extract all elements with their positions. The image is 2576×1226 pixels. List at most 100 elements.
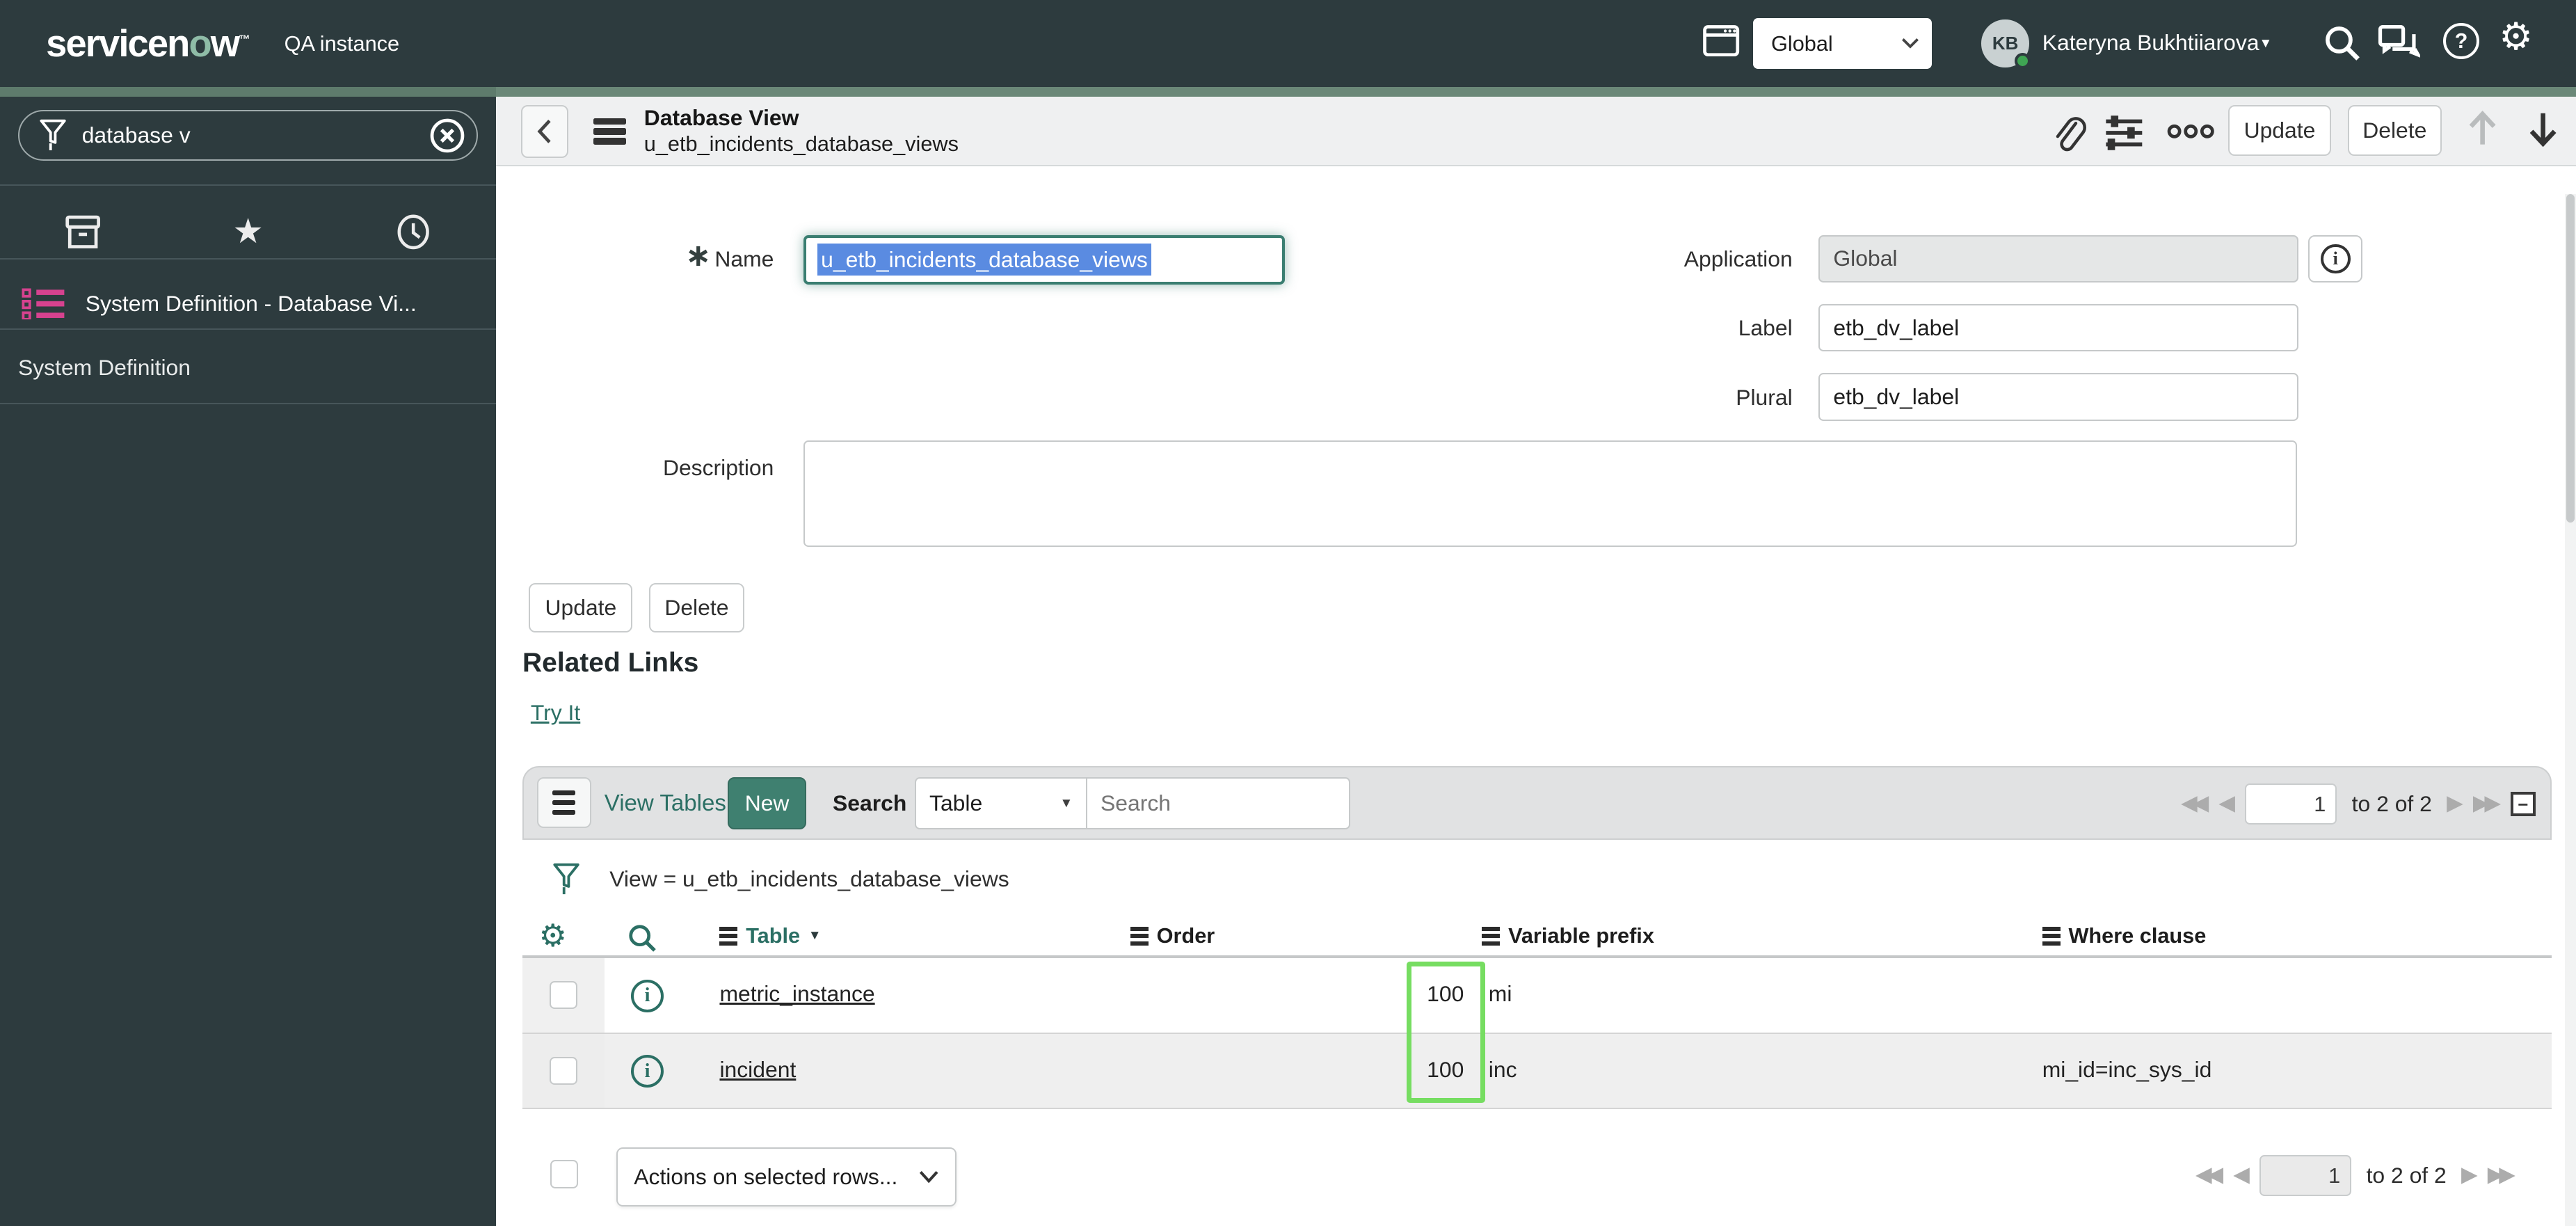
related-list-header: View Tables New Search Table ▼ ◀◀ ◀ to 2… (522, 766, 2552, 840)
online-status-dot (2015, 53, 2031, 70)
list-filter-breadcrumb[interactable]: View = u_etb_incidents_database_views (609, 866, 1009, 892)
new-button[interactable]: New (728, 777, 806, 830)
favorite-module-list-icon (22, 288, 66, 319)
previous-page-icon[interactable]: ◀ (2233, 1165, 2245, 1186)
row-checkbox[interactable] (550, 981, 577, 1009)
column-header-where-clause[interactable]: Where clause (2042, 923, 2207, 948)
previous-record-arrow-icon[interactable] (2466, 110, 2499, 148)
record-header: Database View u_etb_incidents_database_v… (496, 97, 2576, 166)
connect-chat-icon[interactable] (2378, 24, 2420, 62)
column-menu-icon (1482, 927, 1500, 946)
search-label: Search (833, 790, 906, 816)
last-page-icon[interactable]: ▶▶ (2473, 793, 2496, 815)
next-page-icon[interactable]: ▶ (2461, 1165, 2473, 1186)
personalize-form-sliders-icon[interactable] (2104, 115, 2144, 151)
app-window-icon[interactable] (1702, 24, 1740, 57)
column-header-table[interactable]: Table▼ (719, 923, 821, 948)
sidebar-section-label[interactable]: System Definition (18, 355, 191, 381)
column-header-variable-prefix[interactable]: Variable prefix (1482, 923, 1654, 948)
application-scope-select[interactable]: Global (1753, 18, 1932, 69)
first-page-icon[interactable]: ◀◀ (2181, 793, 2204, 815)
settings-gear-icon[interactable]: ⚙ (2499, 18, 2533, 56)
table-link[interactable]: metric_instance (719, 981, 874, 1007)
application-readonly-input: Global (1818, 235, 2298, 282)
list-footer: Actions on selected rows... ◀◀ ◀ to 2 of… (522, 1144, 2552, 1209)
description-textarea[interactable] (803, 440, 2297, 548)
attachment-paperclip-icon[interactable] (2049, 113, 2088, 153)
list-filter-funnel-icon[interactable] (552, 861, 580, 898)
global-search-icon[interactable] (2323, 24, 2361, 62)
clear-filter-icon[interactable] (409, 118, 465, 154)
form-update-button[interactable]: Update (529, 583, 632, 632)
vertical-scrollbar[interactable] (2565, 194, 2576, 1226)
previous-page-icon[interactable]: ◀ (2218, 793, 2230, 815)
try-it-link[interactable]: Try It (531, 700, 580, 726)
list-personalize-gear-icon[interactable]: ⚙ (539, 921, 567, 952)
selected-text: u_etb_incidents_database_views (817, 244, 1151, 276)
table-row: i metric_instance 100 mi (522, 958, 2552, 1034)
header-accent-strip (0, 87, 2576, 97)
next-page-icon[interactable]: ▶ (2447, 793, 2458, 815)
all-applications-icon[interactable] (0, 212, 166, 252)
scrollbar-thumb[interactable] (2566, 194, 2575, 523)
minimize-list-icon[interactable]: − (2511, 792, 2535, 816)
search-column-select[interactable]: Table ▼ (915, 777, 1087, 830)
select-caret-icon: ▼ (1060, 796, 1073, 811)
record-preview-icon[interactable]: i (631, 1055, 664, 1088)
sidebar-item-database-views[interactable]: System Definition - Database Vi... (0, 271, 496, 337)
info-icon: i (2321, 244, 2351, 274)
label-input[interactable] (1818, 304, 2298, 351)
column-header-order[interactable]: Order (1130, 923, 1215, 948)
navigator-filter-input[interactable] (82, 122, 410, 148)
application-field-label: Application (1629, 246, 1793, 272)
avatar-initials: KB (1992, 33, 2019, 54)
form-context-menu-icon[interactable] (593, 118, 626, 145)
update-button[interactable]: Update (2228, 105, 2332, 156)
help-icon[interactable]: ? (2443, 23, 2479, 59)
column-menu-icon (1130, 927, 1149, 946)
name-input[interactable]: u_etb_incidents_database_views (803, 235, 1285, 285)
page-number-input[interactable] (2259, 1155, 2351, 1196)
next-record-arrow-icon[interactable] (2527, 110, 2559, 148)
actions-on-selected-rows-select[interactable]: Actions on selected rows... (616, 1147, 957, 1207)
list-column-header-row: ⚙ Table▼ Order Variable prefix Where cla… (522, 918, 2552, 958)
list-filter-row: View = u_etb_incidents_database_views (522, 840, 2552, 918)
filter-funnel-icon (39, 118, 67, 153)
more-options-icon[interactable] (2167, 123, 2214, 140)
sidebar-item-label: System Definition - Database Vi... (86, 291, 417, 317)
first-page-icon[interactable]: ◀◀ (2195, 1165, 2218, 1186)
order-value: 100 (1130, 1057, 1464, 1083)
column-search-icon[interactable] (627, 923, 657, 953)
user-menu[interactable]: Kateryna Bukhtiiarova (2042, 30, 2259, 56)
list-search-input[interactable] (1087, 777, 1350, 830)
plural-input[interactable] (1818, 373, 2298, 420)
select-all-checkbox[interactable] (550, 1160, 578, 1188)
record-subtitle: u_etb_incidents_database_views (644, 132, 959, 157)
history-tab-icon[interactable] (331, 212, 497, 252)
servicenow-window: servicenow™ QA instance Global KB Katery… (0, 0, 2576, 1226)
logo-trademark: ™ (239, 33, 249, 46)
row-checkbox[interactable] (550, 1057, 577, 1085)
pagination-range-text: to 2 of 2 (2367, 1163, 2447, 1188)
last-page-icon[interactable]: ▶▶ (2488, 1165, 2511, 1186)
list-context-menu-icon[interactable] (537, 777, 591, 828)
table-link[interactable]: incident (719, 1057, 796, 1083)
form-delete-button[interactable]: Delete (649, 583, 744, 632)
avatar[interactable]: KB (1981, 19, 2029, 67)
description-field-label: Description (609, 455, 774, 481)
back-button[interactable] (521, 105, 568, 158)
servicenow-logo[interactable]: servicenow™ (46, 22, 249, 65)
order-value: 100 (1130, 981, 1464, 1007)
record-preview-icon[interactable]: i (631, 980, 664, 1012)
application-info-button[interactable]: i (2308, 235, 2362, 282)
navigator-tabs: ★ (0, 199, 496, 264)
list-pagination-top: ◀◀ ◀ to 2 of 2 ▶ ▶▶ − (2181, 783, 2535, 825)
logo-text-end: w (211, 22, 239, 65)
page-number-input[interactable] (2245, 783, 2337, 825)
favorites-tab-icon[interactable]: ★ (166, 214, 331, 249)
label-field-label: Label (1629, 315, 1793, 341)
delete-button[interactable]: Delete (2348, 105, 2442, 156)
plural-field-label: Plural (1629, 385, 1793, 411)
view-tables-title-link[interactable]: View Tables (605, 790, 726, 817)
main-content: Database View u_etb_incidents_database_v… (496, 97, 2576, 1226)
